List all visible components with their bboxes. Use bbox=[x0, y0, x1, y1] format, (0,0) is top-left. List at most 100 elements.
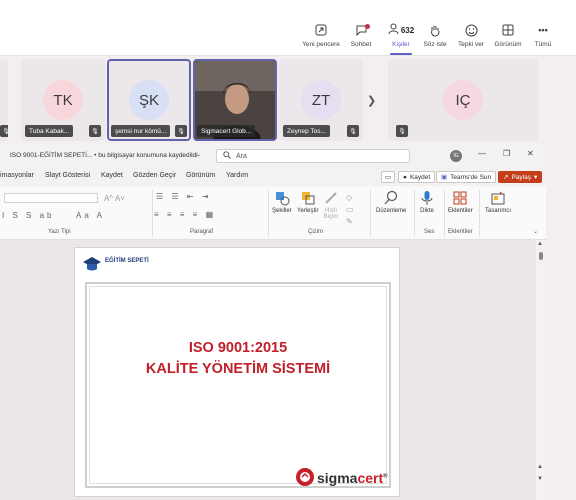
scroll-up-icon[interactable]: ▲ bbox=[537, 464, 543, 470]
scrollbar-thumb[interactable] bbox=[539, 252, 543, 260]
sigmacert-logo: sigmacert® bbox=[295, 466, 395, 490]
slide[interactable]: EĞİTİM SEPETİ ISO 9001:2015 KALİTE YÖNET… bbox=[74, 247, 400, 497]
popout-icon bbox=[315, 22, 327, 38]
emoji-icon bbox=[465, 22, 478, 38]
sigmacert-mark-icon bbox=[296, 468, 314, 486]
tab-view[interactable]: Görünüm bbox=[186, 172, 215, 179]
tab-record[interactable]: Kaydet bbox=[101, 172, 123, 179]
slide-canvas: EĞİTİM SEPETİ ISO 9001:2015 KALİTE YÖNET… bbox=[0, 240, 546, 500]
restore-icon[interactable]: ❐ bbox=[503, 149, 510, 158]
view-label: Görünüm bbox=[494, 41, 522, 48]
vertical-scrollbar[interactable]: ▲ ▲ ▼ bbox=[536, 240, 546, 500]
graduation-cap-icon bbox=[83, 257, 101, 271]
editing-label: Düzenleme bbox=[376, 208, 407, 214]
addins-button[interactable]: Eklentiler bbox=[448, 190, 473, 214]
user-avatar[interactable]: İG bbox=[450, 150, 462, 162]
raise-hand-label: Söz iste bbox=[423, 41, 447, 48]
tab-help[interactable]: Yardım bbox=[226, 172, 248, 179]
tab-slideshow[interactable]: Slayt Gösterisi bbox=[45, 172, 90, 179]
sigmacert-text-part2: cert bbox=[357, 470, 384, 486]
participant-tile[interactable]: IÇ 🎙 bbox=[388, 59, 538, 141]
chevron-down-icon: ▾ bbox=[533, 174, 538, 181]
record-label: Kaydet bbox=[409, 173, 431, 181]
grid-icon bbox=[502, 22, 514, 38]
scroll-down-icon[interactable]: ▼ bbox=[537, 476, 543, 482]
avatar: IÇ bbox=[443, 80, 483, 120]
egitim-logo-text: EĞİTİM SEPETİ bbox=[105, 258, 149, 264]
record-icon: ● bbox=[403, 173, 407, 181]
shapes-label: Şekiller bbox=[272, 208, 292, 214]
participant-name: Zeynep Tos... bbox=[283, 125, 330, 137]
ribbon-separator bbox=[268, 190, 269, 236]
font-size-select[interactable] bbox=[4, 193, 98, 203]
share-icon: ↗ bbox=[503, 174, 509, 181]
powerpoint-window: ISO 9001-EĞİTİM SEPETİ... • bu bilgisaya… bbox=[0, 144, 546, 500]
tab-review[interactable]: Gözden Geçir bbox=[133, 172, 176, 179]
more-button[interactable]: ••• Tümü bbox=[520, 0, 566, 56]
more-label: Tümü bbox=[534, 41, 552, 48]
chevron-right-icon[interactable]: ❯ bbox=[367, 94, 376, 107]
avatar: TK bbox=[43, 80, 83, 120]
chevron-down-icon[interactable]: ⌄ bbox=[196, 151, 201, 158]
title-bar: ISO 9001-EĞİTİM SEPETİ... • bu bilgisaya… bbox=[0, 144, 546, 168]
minimize-icon[interactable]: — bbox=[478, 149, 486, 158]
designer-button[interactable]: Tasarımcı bbox=[485, 190, 511, 214]
arrange-button[interactable]: Yerleştir bbox=[297, 190, 318, 214]
present-in-teams-label: Teams'de Sun bbox=[450, 173, 492, 181]
editing-button[interactable]: Düzenleme bbox=[376, 190, 406, 214]
participant-tile[interactable]: ŞK şemsi nur kömü... 🎙 bbox=[107, 59, 191, 141]
group-label-drawing: Çizim bbox=[308, 229, 323, 235]
participant-name: şemsi nur kömü... bbox=[111, 125, 171, 137]
people-icon bbox=[388, 23, 399, 37]
designer-icon bbox=[490, 190, 506, 206]
addins-icon bbox=[452, 190, 468, 206]
mic-off-icon: 🎙 bbox=[175, 125, 187, 137]
designer-label: Tasarımcı bbox=[485, 208, 512, 214]
tab-animations[interactable]: imasyonlar bbox=[0, 172, 34, 179]
arrange-label: Yerleştir bbox=[297, 208, 319, 214]
microphone-icon bbox=[419, 190, 435, 206]
align-buttons[interactable]: ≡ ≡ ≡ ≡ ▦ bbox=[154, 210, 216, 219]
slide-title-line1: ISO 9001:2015 bbox=[188, 340, 288, 356]
present-in-teams-button[interactable]: ▣ Teams'de Sun bbox=[436, 171, 497, 183]
mic-off-icon: 🎙 bbox=[347, 125, 359, 137]
share-button[interactable]: ↗ Paylaş ▾ bbox=[498, 171, 543, 183]
teams-icon: ▣ bbox=[441, 174, 448, 181]
egitim-sepeti-logo: EĞİTİM SEPETİ bbox=[81, 254, 149, 276]
search-input[interactable]: Ara bbox=[216, 149, 410, 163]
more-icon: ••• bbox=[538, 25, 548, 35]
font-format-buttons[interactable]: I S S ab bbox=[2, 211, 54, 220]
slide-title-line2: KALİTE YÖNETİM SİSTEMİ bbox=[145, 361, 331, 377]
group-label-voice: Ses bbox=[424, 229, 435, 235]
record-button[interactable]: ● Kaydet bbox=[398, 171, 436, 183]
arrange-icon bbox=[300, 190, 316, 206]
dictate-label: Dikte bbox=[420, 208, 434, 214]
participant-tile[interactable]: ZT Zeynep Tos... 🎙 bbox=[279, 59, 363, 141]
participant-video-tile[interactable]: Sigmacert Glob... bbox=[193, 59, 277, 141]
search-icon bbox=[223, 151, 231, 161]
comment-icon: ▭ bbox=[384, 174, 392, 181]
comments-button[interactable]: ▭ bbox=[381, 171, 395, 183]
react-label: Tepki ver bbox=[457, 41, 484, 48]
shape-fill-icons[interactable]: ◇ ▭ ✎ bbox=[346, 192, 354, 228]
popout-label: Yeni pencere bbox=[302, 41, 340, 48]
scroll-up-icon[interactable]: ▲ bbox=[537, 241, 543, 247]
registered-mark: ® bbox=[383, 473, 388, 480]
chat-notification-dot bbox=[365, 24, 370, 29]
avatar: ZT bbox=[301, 80, 341, 120]
close-icon[interactable]: ✕ bbox=[527, 149, 534, 158]
participant-name: Sigmacert Glob... bbox=[197, 125, 256, 137]
dictate-button[interactable]: Dikte bbox=[419, 190, 435, 214]
quick-styles-label-line2: Biçim bbox=[323, 214, 339, 220]
list-buttons[interactable]: ☰ ☰ ⇤ ⇥ bbox=[156, 192, 211, 201]
shapes-button[interactable]: Şekiller bbox=[272, 190, 292, 214]
participant-tile[interactable]: TK Tuba Kabak... 🎙 bbox=[21, 59, 105, 141]
participant-name: Tuba Kabak... bbox=[25, 125, 74, 137]
font-color-buttons[interactable]: Aa A bbox=[76, 211, 105, 220]
chevron-down-icon[interactable]: ⌄ bbox=[533, 228, 538, 235]
mic-off-icon: 🎙 bbox=[396, 125, 408, 137]
participant-tile-partial[interactable]: 🎙 bbox=[0, 59, 8, 141]
shapes-icon bbox=[274, 190, 290, 206]
font-grow-icon[interactable]: A^ A˅ bbox=[104, 194, 125, 203]
quick-styles-button[interactable]: Hızlı Biçim bbox=[323, 190, 339, 220]
